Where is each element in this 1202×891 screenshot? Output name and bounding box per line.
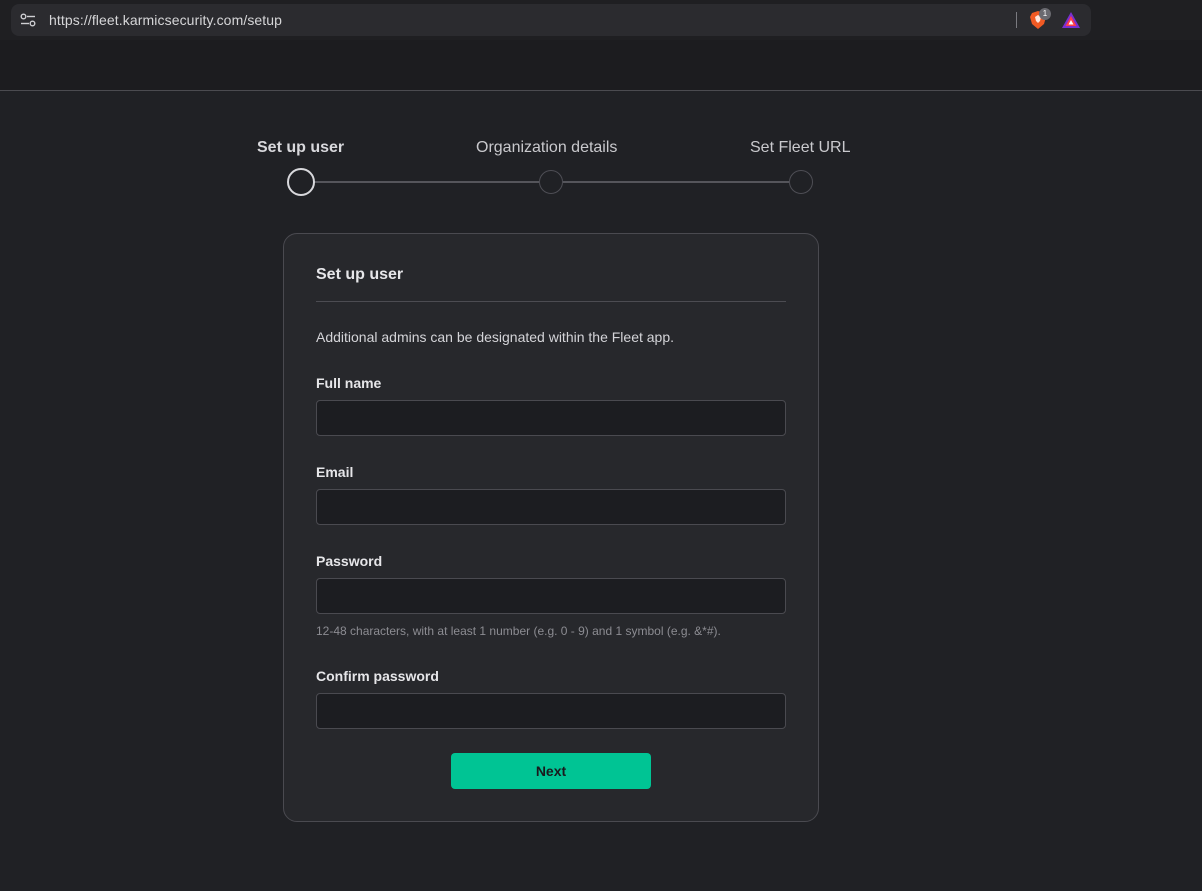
step-label-set-up-user: Set up user bbox=[257, 139, 345, 156]
shield-count-badge: 1 bbox=[1039, 8, 1051, 20]
card-title: Set up user bbox=[316, 266, 404, 283]
email-label: Email bbox=[316, 464, 354, 480]
address-bar[interactable]: https://fleet.karmicsecurity.com/setup 1 bbox=[11, 4, 1091, 36]
password-input[interactable] bbox=[316, 578, 786, 614]
step-indicator bbox=[539, 170, 563, 194]
step-connector bbox=[314, 181, 539, 183]
step-indicator bbox=[789, 170, 813, 194]
next-button[interactable]: Next bbox=[451, 753, 651, 789]
password-help-text: 12-48 characters, with at least 1 number… bbox=[316, 624, 721, 638]
card-divider bbox=[316, 301, 786, 302]
card-description: Additional admins can be designated with… bbox=[316, 329, 675, 345]
setup-user-card: Set up user Additional admins can be des… bbox=[283, 233, 819, 822]
app-header bbox=[0, 40, 1202, 91]
site-info-icon[interactable] bbox=[20, 13, 36, 27]
password-label: Password bbox=[316, 553, 383, 569]
step-indicator-active bbox=[287, 168, 315, 196]
brave-rewards-icon[interactable] bbox=[1061, 11, 1081, 29]
confirm-password-input[interactable] bbox=[316, 693, 786, 729]
confirm-password-label: Confirm password bbox=[316, 668, 439, 684]
step-connector bbox=[563, 181, 789, 183]
url-text[interactable]: https://fleet.karmicsecurity.com/setup bbox=[49, 12, 282, 28]
full-name-label: Full name bbox=[316, 375, 382, 391]
full-name-input[interactable] bbox=[316, 400, 786, 436]
browser-toolbar: https://fleet.karmicsecurity.com/setup 1 bbox=[0, 0, 1202, 40]
step-label-organization-details: Organization details bbox=[476, 139, 618, 156]
toolbar-divider bbox=[1016, 12, 1017, 28]
email-input[interactable] bbox=[316, 489, 786, 525]
step-label-set-fleet-url: Set Fleet URL bbox=[750, 139, 851, 156]
